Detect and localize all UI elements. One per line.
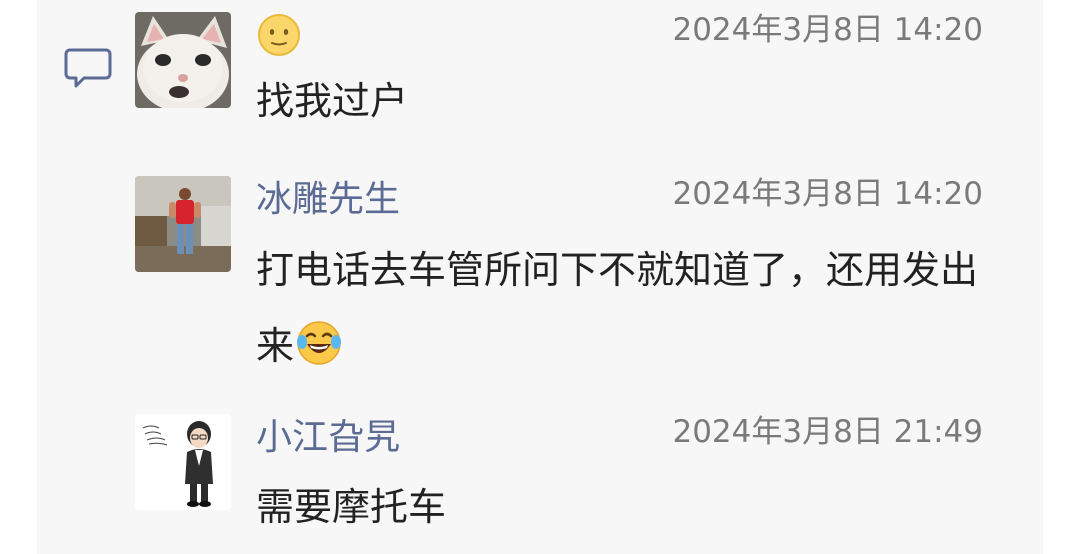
comment-time: 2024年3月8日 14:20 xyxy=(672,12,983,48)
cartoon-man-avatar[interactable] xyxy=(135,414,231,510)
comment-text: 需要摩托车 xyxy=(256,485,447,529)
comment-text: 找我过户 xyxy=(256,79,409,123)
comment-time: 2024年3月8日 21:49 xyxy=(672,414,983,450)
comment-text: 打电话去车管所问下不就知道了，还用发出来 xyxy=(256,232,986,384)
comment-text-body: 打电话去车管所问下不就知道了，还用发出来 xyxy=(256,248,979,368)
laughing-tears-emoji xyxy=(297,321,342,365)
emoji-author-icon xyxy=(258,14,300,56)
comment-author[interactable]: 小江旮旯 xyxy=(256,418,400,458)
comment-time: 2024年3月8日 14:20 xyxy=(672,176,983,212)
comment-bubble-icon xyxy=(64,48,112,88)
man-red-shirt-avatar[interactable] xyxy=(135,176,231,272)
cat-avatar[interactable] xyxy=(135,12,231,108)
comment-author[interactable]: 冰雕先生 xyxy=(256,180,400,220)
